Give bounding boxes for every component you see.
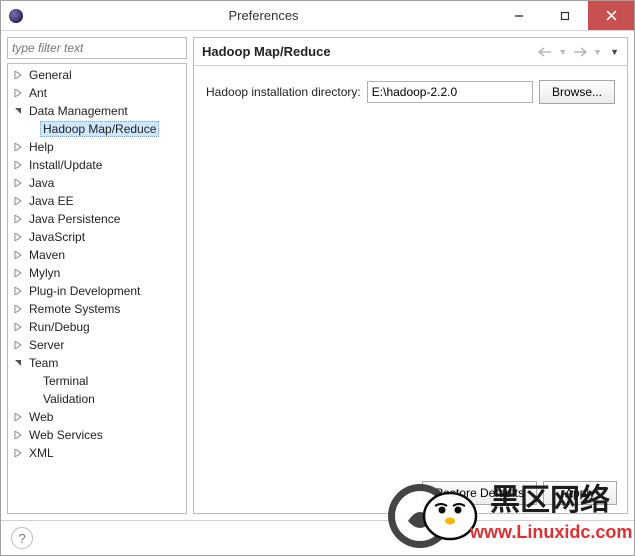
tree-item[interactable]: XML xyxy=(8,444,186,462)
tree-item-label: Plug-in Development xyxy=(26,283,143,299)
tree-item-label: Maven xyxy=(26,247,68,263)
chevron-right-icon[interactable] xyxy=(12,69,24,81)
back-dropdown-icon[interactable]: ▼ xyxy=(558,47,567,57)
page-content: Hadoop installation directory: Browse... xyxy=(194,66,627,473)
browse-button[interactable]: Browse... xyxy=(539,80,615,104)
chevron-right-icon[interactable] xyxy=(12,267,24,279)
tree-item[interactable]: Java EE xyxy=(8,192,186,210)
install-dir-label: Hadoop installation directory: xyxy=(206,85,361,99)
chevron-right-icon[interactable] xyxy=(12,429,24,441)
tree-item[interactable]: Remote Systems xyxy=(8,300,186,318)
tree-item[interactable]: Install/Update xyxy=(8,156,186,174)
tree-item-label: Terminal xyxy=(40,373,91,389)
tree-item-label: Java Persistence xyxy=(26,211,123,227)
tree-item[interactable]: Plug-in Development xyxy=(8,282,186,300)
tree-item-label: Run/Debug xyxy=(26,319,93,335)
tree-item[interactable]: Mylyn xyxy=(8,264,186,282)
tree-item-label: JavaScript xyxy=(26,229,88,245)
tree-item-label: Remote Systems xyxy=(26,301,123,317)
chevron-right-icon[interactable] xyxy=(12,213,24,225)
tree-item-label: Help xyxy=(26,139,57,155)
dialog-body: General Ant Data Management Hadoop Map/Redu… xyxy=(1,31,634,520)
preferences-window: Preferences General Ant Data Management Had… xyxy=(0,0,635,556)
tree-item-label: Ant xyxy=(26,85,50,101)
tree-item[interactable]: Web Services xyxy=(8,426,186,444)
left-pane: General Ant Data Management Hadoop Map/Redu… xyxy=(7,37,187,514)
filter-input[interactable] xyxy=(7,37,187,59)
chevron-right-icon[interactable] xyxy=(12,231,24,243)
chevron-right-icon[interactable] xyxy=(12,87,24,99)
help-icon[interactable]: ? xyxy=(11,527,33,549)
close-button[interactable] xyxy=(588,1,634,30)
tree-item-label: Mylyn xyxy=(26,265,63,281)
tree-item-label: Web xyxy=(26,409,56,425)
tree-item[interactable]: Run/Debug xyxy=(8,318,186,336)
tree-item-label: Data Management xyxy=(26,103,131,119)
tree-item[interactable]: Validation xyxy=(8,390,186,408)
tree-item[interactable]: Server xyxy=(8,336,186,354)
tree-item-label: Java EE xyxy=(26,193,77,209)
tree-item[interactable]: Terminal xyxy=(8,372,186,390)
page-header: Hadoop Map/Reduce ▼ ▼ ▼ xyxy=(194,38,627,66)
chevron-right-icon[interactable] xyxy=(12,321,24,333)
tree-item[interactable]: JavaScript xyxy=(8,228,186,246)
tree-item-label: Server xyxy=(26,337,67,353)
tree-item-label: XML xyxy=(26,445,57,461)
chevron-right-icon[interactable] xyxy=(12,177,24,189)
maximize-button[interactable] xyxy=(542,1,588,30)
twisty-spacer xyxy=(26,375,38,387)
install-dir-input[interactable] xyxy=(367,81,533,103)
category-tree[interactable]: General Ant Data Management Hadoop Map/Redu… xyxy=(7,63,187,514)
chevron-right-icon[interactable] xyxy=(12,447,24,459)
tree-item[interactable]: General xyxy=(8,66,186,84)
twisty-spacer xyxy=(26,393,38,405)
bottom-bar: ? xyxy=(1,520,634,555)
tree-item[interactable]: Data Management xyxy=(8,102,186,120)
chevron-right-icon[interactable] xyxy=(12,303,24,315)
titlebar: Preferences xyxy=(1,1,634,31)
tree-item-label: Team xyxy=(26,355,61,371)
tree-item[interactable]: Java Persistence xyxy=(8,210,186,228)
eclipse-icon xyxy=(1,1,31,31)
window-title: Preferences xyxy=(31,8,496,23)
page-nav-icons: ▼ ▼ ▼ xyxy=(538,47,619,57)
chevron-right-icon[interactable] xyxy=(12,195,24,207)
right-pane: Hadoop Map/Reduce ▼ ▼ ▼ Hadoop installat… xyxy=(193,37,628,514)
chevron-right-icon[interactable] xyxy=(12,285,24,297)
tree-item[interactable]: Hadoop Map/Reduce xyxy=(8,120,186,138)
back-icon[interactable] xyxy=(538,47,552,57)
chevron-right-icon[interactable] xyxy=(12,411,24,423)
tree-item[interactable]: Web xyxy=(8,408,186,426)
tree-item[interactable]: Maven xyxy=(8,246,186,264)
minimize-button[interactable] xyxy=(496,1,542,30)
tree-item-label: General xyxy=(26,67,75,83)
chevron-right-icon[interactable] xyxy=(12,141,24,153)
tree-item-label: Install/Update xyxy=(26,157,105,173)
forward-icon[interactable] xyxy=(573,47,587,57)
view-menu-icon[interactable]: ▼ xyxy=(610,47,619,57)
page-footer: Restore Defaults Apply xyxy=(194,473,627,513)
window-controls xyxy=(496,1,634,30)
chevron-down-icon[interactable] xyxy=(12,357,24,369)
tree-item-label: Validation xyxy=(40,391,98,407)
tree-item-label: Java xyxy=(26,175,57,191)
chevron-right-icon[interactable] xyxy=(12,339,24,351)
chevron-down-icon[interactable] xyxy=(12,105,24,117)
tree-item-label: Hadoop Map/Reduce xyxy=(40,121,159,137)
restore-defaults-button[interactable]: Restore Defaults xyxy=(422,481,537,505)
tree-item[interactable]: Ant xyxy=(8,84,186,102)
tree-item-label: Web Services xyxy=(26,427,106,443)
page-title: Hadoop Map/Reduce xyxy=(202,44,538,59)
apply-button[interactable]: Apply xyxy=(543,481,617,505)
tree-item[interactable]: Help xyxy=(8,138,186,156)
twisty-spacer xyxy=(26,123,38,135)
tree-item[interactable]: Team xyxy=(8,354,186,372)
chevron-right-icon[interactable] xyxy=(12,159,24,171)
install-dir-row: Hadoop installation directory: Browse... xyxy=(206,80,615,104)
tree-item[interactable]: Java xyxy=(8,174,186,192)
forward-dropdown-icon[interactable]: ▼ xyxy=(593,47,602,57)
chevron-right-icon[interactable] xyxy=(12,249,24,261)
